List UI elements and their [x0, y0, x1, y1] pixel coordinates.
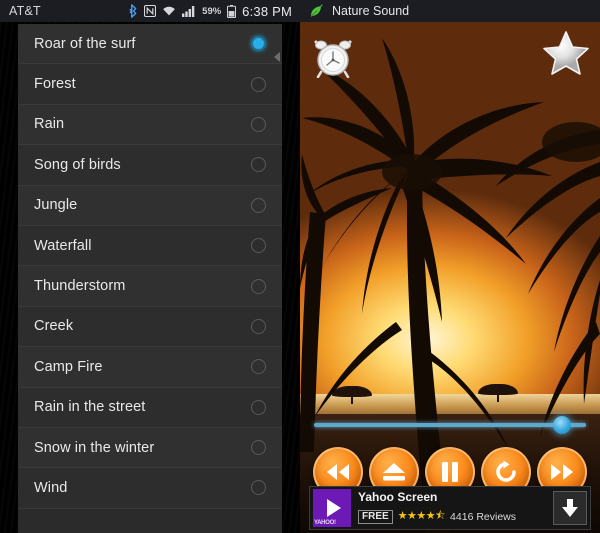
list-item-label: Rain in the street: [34, 399, 146, 416]
list-item[interactable]: Jungle: [18, 185, 282, 226]
list-item[interactable]: Rain in the street: [18, 387, 282, 428]
list-item-label: Wind: [34, 479, 68, 496]
list-item-label: Waterfall: [34, 237, 92, 254]
radio-button[interactable]: [251, 278, 266, 294]
eject-icon: [383, 463, 405, 481]
ad-star-rating: ★★★★⯪: [397, 510, 446, 522]
scroll-indicator-icon: [274, 52, 280, 62]
list-item[interactable]: Song of birds: [18, 145, 282, 186]
radio-button[interactable]: [251, 36, 266, 52]
status-bar-right: Nature Sound: [300, 0, 600, 22]
star-icon[interactable]: [542, 30, 590, 76]
pause-icon: [442, 462, 458, 482]
repeat-icon: [496, 460, 516, 482]
list-item[interactable]: Snow in the winter: [18, 427, 282, 469]
radio-button[interactable]: [251, 359, 266, 375]
radio-button[interactable]: [251, 399, 266, 415]
list-item[interactable]: Forest: [18, 64, 282, 105]
signal-icon: [182, 6, 195, 17]
seek-track[interactable]: [314, 423, 586, 427]
battery-icon: [227, 4, 237, 18]
list-item[interactable]: Thunderstorm: [18, 266, 282, 307]
ad-review-count: 4416 Reviews: [450, 510, 516, 523]
list-item[interactable]: Wind: [18, 468, 282, 509]
status-icons-group: 59% 6:38 PM: [129, 4, 300, 19]
radio-button[interactable]: [251, 238, 266, 254]
sound-selector-panel: Roar of the surf Forest Rain Song of bir…: [0, 22, 300, 533]
notification-app-name: Nature Sound: [332, 4, 410, 18]
list-item-label: Forest: [34, 76, 76, 93]
list-item-label: Snow in the winter: [34, 439, 155, 456]
download-arrow-icon: [562, 499, 578, 517]
wifi-icon: [163, 6, 175, 16]
yahoo-play-icon: YAHOO!: [313, 489, 351, 527]
ad-title: Yahoo Screen: [358, 490, 438, 504]
radio-button[interactable]: [251, 157, 266, 173]
ad-banner[interactable]: YAHOO! Yahoo Screen FREE ★★★★⯪ 4416 Revi…: [309, 486, 591, 530]
radio-button[interactable]: [251, 116, 266, 132]
radio-button[interactable]: [251, 480, 266, 496]
list-item-label: Roar of the surf: [34, 35, 136, 52]
list-item-label: Jungle: [34, 197, 78, 214]
list-item[interactable]: Creek: [18, 306, 282, 348]
radio-button[interactable]: [251, 76, 266, 92]
list-item[interactable]: Rain: [18, 104, 282, 146]
alarm-clock-icon[interactable]: [314, 38, 352, 78]
player-panel: YAHOO! Yahoo Screen FREE ★★★★⯪ 4416 Revi…: [300, 22, 600, 533]
ad-subline: FREE ★★★★⯪ 4416 Reviews: [358, 507, 546, 526]
list-item-label: Song of birds: [34, 156, 121, 173]
rewind-icon: [327, 464, 349, 480]
carrier-label: AT&T: [9, 4, 41, 18]
ad-text-block: Yahoo Screen FREE ★★★★⯪ 4416 Reviews: [358, 490, 546, 526]
list-item-label: Creek: [34, 318, 74, 335]
bluetooth-icon: [129, 4, 137, 18]
list-item[interactable]: Waterfall: [18, 225, 282, 267]
radio-button[interactable]: [251, 318, 266, 334]
list-item-label: Camp Fire: [34, 358, 103, 375]
forward-icon: [551, 464, 573, 480]
ad-download-button[interactable]: [553, 491, 587, 525]
seek-bar[interactable]: [314, 414, 586, 436]
status-bar-left: AT&T 59% 6:38 PM: [0, 0, 300, 22]
battery-percent-label: 59%: [202, 5, 222, 17]
list-item-label: Rain: [34, 116, 65, 133]
radio-button[interactable]: [251, 197, 266, 213]
status-bar: AT&T 59% 6:38 PM Nature Sound: [0, 0, 600, 22]
seek-thumb[interactable]: [553, 416, 572, 434]
clock-label: 6:38 PM: [242, 3, 292, 19]
list-item[interactable]: Camp Fire: [18, 347, 282, 388]
radio-button[interactable]: [251, 440, 266, 456]
phone-screen: AT&T 59% 6:38 PM Nature Sound Roar of th…: [0, 0, 600, 533]
leaf-icon: [310, 4, 323, 17]
sound-list-dialog[interactable]: Roar of the surf Forest Rain Song of bir…: [18, 24, 282, 533]
nfc-icon: [144, 5, 157, 17]
list-item-label: Thunderstorm: [34, 278, 126, 295]
list-item[interactable]: Roar of the surf: [18, 24, 282, 65]
ad-price-badge: FREE: [358, 509, 393, 524]
